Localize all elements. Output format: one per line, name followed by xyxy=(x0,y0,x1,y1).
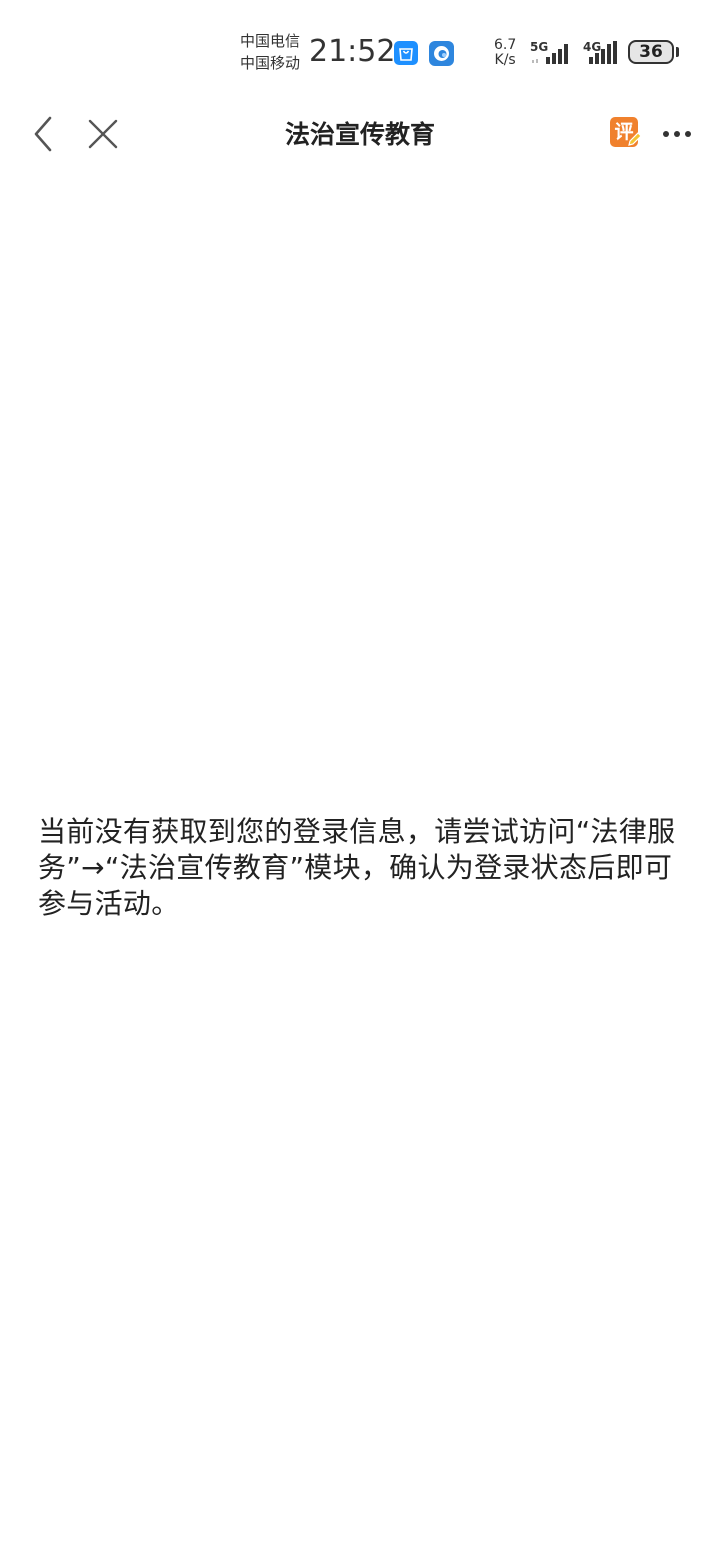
nav-bar: 法治宣传教育 评 xyxy=(0,100,720,170)
login-required-message: 当前没有获取到您的登录信息，请尝试访问“法律服务”→“法治宣传教育”模块，确认为… xyxy=(38,815,676,920)
signal-bars-icon xyxy=(532,44,568,64)
browser-icon xyxy=(429,41,454,66)
carrier-labels: 中国电信 中国移动 xyxy=(240,30,300,74)
review-button[interactable]: 评 xyxy=(608,116,644,152)
battery-indicator: 36 xyxy=(628,40,674,64)
network-speed-unit: K/s xyxy=(494,52,516,68)
page-title: 法治宣传教育 xyxy=(284,120,435,149)
signal-5g: 5G xyxy=(530,40,576,66)
signal-bars-icon-2 xyxy=(589,41,617,64)
shopping-bag-icon xyxy=(394,41,418,65)
back-button[interactable] xyxy=(26,114,62,154)
more-button[interactable] xyxy=(660,124,696,144)
signal-4g: 4G xyxy=(583,40,623,66)
status-bar: 中国电信 中国移动 21:52 6.7 K/s 5G 4G 36 xyxy=(0,0,720,100)
status-time: 21:52 xyxy=(309,34,396,69)
close-icon xyxy=(88,119,118,149)
network-speed: 6.7 K/s xyxy=(494,38,516,68)
carrier-2: 中国移动 xyxy=(240,54,301,72)
close-button[interactable] xyxy=(84,115,122,153)
carrier-1: 中国电信 xyxy=(240,32,301,50)
more-dots-icon xyxy=(663,131,691,137)
battery-tip xyxy=(676,47,679,57)
pencil-icon xyxy=(628,132,642,146)
chevron-left-icon xyxy=(34,116,52,152)
network-speed-value: 6.7 xyxy=(494,37,517,53)
webview-screen: 中国电信 中国移动 21:52 6.7 K/s 5G 4G 36 法治宣传教育 … xyxy=(0,0,720,1560)
